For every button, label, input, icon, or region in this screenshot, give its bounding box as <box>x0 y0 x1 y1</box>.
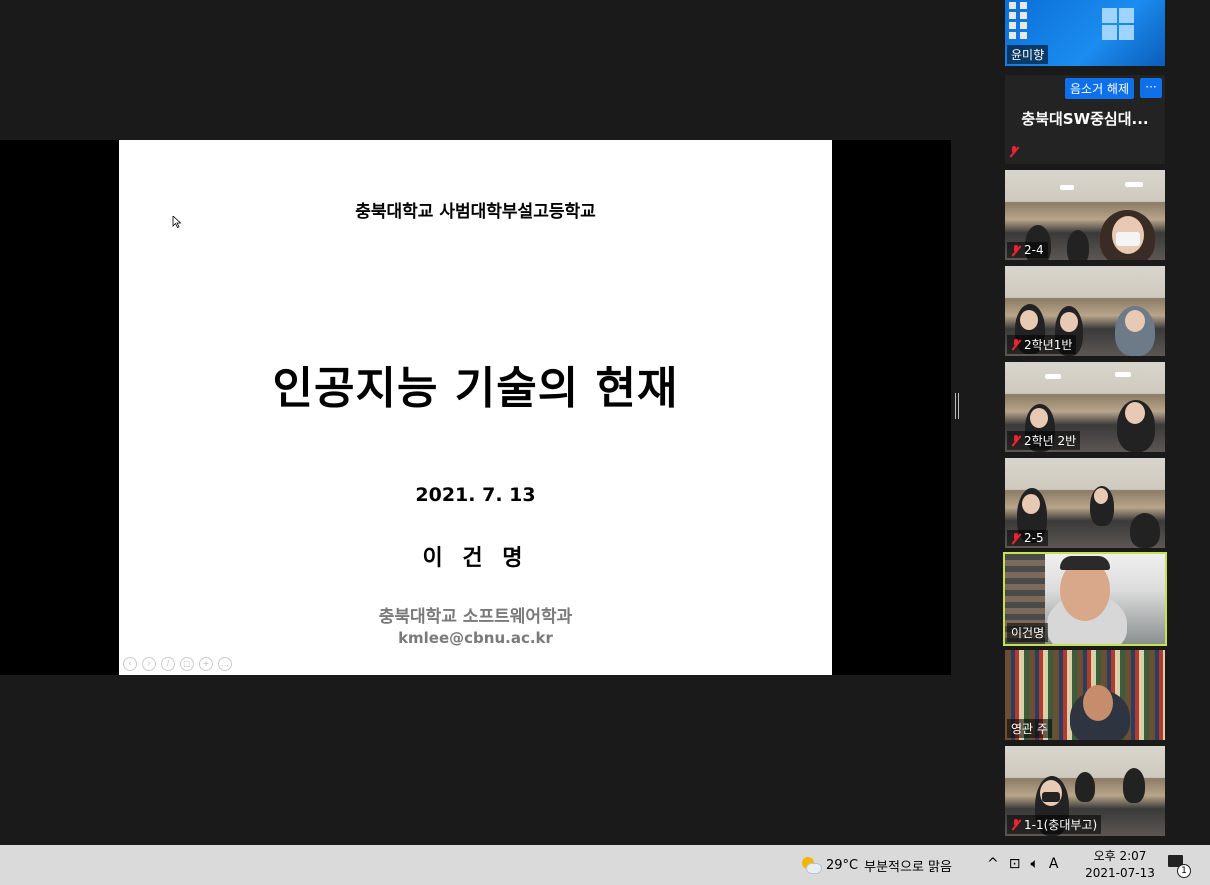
participant-name: 1-1(충대부고) <box>1007 815 1102 834</box>
slide-date: 2021. 7. 13 <box>415 484 536 506</box>
participant-name: 2학년 2반 <box>1007 431 1081 450</box>
slides-grid-icon[interactable]: ▢ <box>180 657 194 671</box>
notification-center-button[interactable]: 1 <box>1168 855 1191 878</box>
windows-taskbar: 29°C 부분적으로 맑음 ^ ⊡ 🔈︎ A 오후 2:07 2021-07-1… <box>0 845 1210 885</box>
weather-widget[interactable]: 29°C 부분적으로 맑음 <box>800 855 952 875</box>
mic-muted-icon <box>1011 435 1021 446</box>
next-slide-icon[interactable]: › <box>142 657 156 671</box>
ceiling-light <box>1115 372 1131 377</box>
face-mask <box>1116 232 1140 246</box>
participant-tile-yoon[interactable]: 윤미향 <box>1005 0 1165 66</box>
student-face <box>1060 312 1078 332</box>
participant-name: 이건명 <box>1007 623 1049 642</box>
windows-logo-icon <box>1102 8 1136 42</box>
speaker-hair <box>1060 556 1110 570</box>
previous-slide-icon[interactable]: ‹ <box>123 657 137 671</box>
student-face <box>1020 310 1038 330</box>
student-face <box>1022 494 1040 514</box>
slide-title: 인공지능 기술의 현재 <box>272 363 679 414</box>
participant-tile-2-2[interactable]: 2학년 2반 <box>1005 362 1165 452</box>
participant-name: 영관 주 <box>1007 719 1052 738</box>
slide-school: 충북대학교 사범대학부설고등학교 <box>355 202 596 222</box>
unmute-button[interactable]: 음소거 해제 <box>1065 78 1135 99</box>
participant-name: 2학년1반 <box>1007 335 1077 354</box>
face-mask <box>1042 792 1060 802</box>
pen-icon[interactable]: / <box>161 657 175 671</box>
student-face <box>1125 310 1145 332</box>
presentation-slide: 충북대학교 사범대학부설고등학교 인공지능 기술의 현재 2021. 7. 13… <box>119 140 832 675</box>
mic-muted-icon <box>1011 339 1021 350</box>
participant-name: 2-5 <box>1007 530 1048 546</box>
network-icon[interactable]: ⊡ <box>1009 856 1021 872</box>
ceiling-light <box>1045 374 1061 379</box>
ime-indicator[interactable]: A <box>1049 856 1059 872</box>
participant-name: 충북대SW중심대... <box>1021 110 1149 128</box>
mic-muted-icon <box>1011 244 1021 256</box>
zoom-icon[interactable]: + <box>199 657 213 671</box>
partly-sunny-icon <box>800 855 822 875</box>
participant-tile-active-speaker[interactable]: 이건명 <box>1003 552 1167 646</box>
mic-muted-icon <box>1009 146 1019 157</box>
participant-tile-2-5[interactable]: 2-5 <box>1005 458 1165 548</box>
participant-name: 2-4 <box>1007 242 1048 258</box>
participant-tile-2-4[interactable]: 2-4 <box>1005 170 1165 260</box>
notification-badge: 1 <box>1177 864 1191 878</box>
ceiling-light <box>1125 182 1143 187</box>
participant-tile-cbnu[interactable]: 음소거 해제 ··· 충북대SW중심대... <box>1005 75 1165 164</box>
taskbar-clock[interactable]: 오후 2:07 2021-07-13 <box>1080 848 1160 882</box>
student-face <box>1125 402 1145 424</box>
panel-resize-handle[interactable] <box>955 393 959 419</box>
participant-face <box>1083 685 1113 721</box>
system-tray: ^ ⊡ 🔈︎ A <box>987 856 1058 872</box>
more-options-button[interactable]: ··· <box>1140 78 1162 98</box>
clock-time: 오후 2:07 <box>1093 849 1147 863</box>
mic-muted-icon <box>1011 532 1021 544</box>
desktop-icons <box>1009 2 1028 39</box>
student-face <box>1030 408 1048 428</box>
slide-email: kmlee@cbnu.ac.kr <box>398 629 553 647</box>
student-figure <box>1067 230 1089 260</box>
chevron-up-icon[interactable]: ^ <box>987 856 999 872</box>
volume-icon[interactable]: 🔈︎ <box>1030 856 1038 872</box>
student-face <box>1094 488 1108 504</box>
mic-muted-icon <box>1011 819 1021 830</box>
student-figure <box>1123 768 1145 803</box>
student-figure <box>1130 513 1160 548</box>
clock-date: 2021-07-13 <box>1085 866 1155 880</box>
slide-author: 이 건 명 <box>422 546 529 571</box>
participant-tile-ju[interactable]: 영관 주 <box>1005 650 1165 740</box>
temperature: 29°C <box>826 857 859 873</box>
participant-name: 윤미향 <box>1007 45 1049 64</box>
student-figure <box>1075 772 1095 802</box>
weather-description: 부분적으로 맑음 <box>864 859 952 875</box>
participant-tile-2-1[interactable]: 2학년1반 <box>1005 266 1165 356</box>
slide-department: 충북대학교 소프트웨어학과 <box>378 607 573 627</box>
ceiling-light <box>1060 185 1074 190</box>
more-options-icon[interactable]: … <box>218 657 232 671</box>
participant-tile-1-1[interactable]: 1-1(충대부고) <box>1005 746 1165 836</box>
slideshow-controls: ‹ › / ▢ + … <box>123 657 232 671</box>
